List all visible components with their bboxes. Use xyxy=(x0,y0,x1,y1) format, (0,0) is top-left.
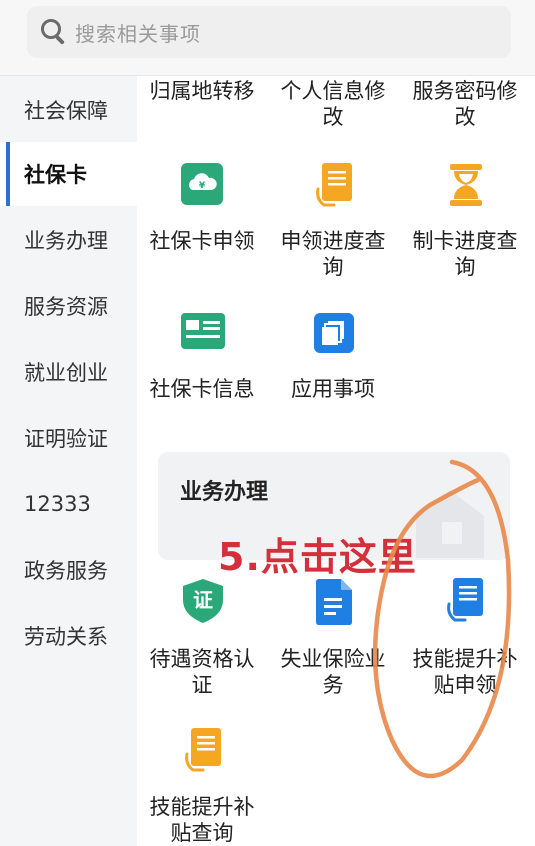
sidebar-item-social-card[interactable]: 社保卡 xyxy=(0,142,137,206)
tile-label: 技能提升补 xyxy=(412,647,518,671)
service-tile-personal-info[interactable]: 个人信息修 改 xyxy=(268,78,398,130)
tile-label-line2: 贴查询 xyxy=(170,821,234,845)
sidebar-item-business[interactable]: 业务办理 xyxy=(0,208,137,272)
sidebar-item-employment[interactable]: 就业创业 xyxy=(0,340,137,404)
document-hand-blue-icon xyxy=(447,578,483,622)
tile-label: 待遇资格认 xyxy=(149,647,255,671)
service-tile-service-password[interactable]: 服务密码修 改 xyxy=(400,78,530,130)
tile-label-line2: 改 xyxy=(454,105,476,129)
tile-label-line2: 务 xyxy=(322,673,344,697)
sidebar-item-label: 社会保障 xyxy=(24,99,108,123)
main-content: 归属地转移 个人信息修 改 服务密码修 改 ¥ 社保卡申领 申领进度查 询 制卡… xyxy=(137,76,535,846)
card-cloud-icon: ¥ xyxy=(181,163,223,205)
sidebar-item-label: 社保卡 xyxy=(24,163,87,187)
search-bar: 搜索相关事项 xyxy=(0,0,535,76)
hourglass-icon xyxy=(450,164,482,206)
tile-label: 失业保险业 xyxy=(280,647,386,671)
file-icon xyxy=(316,579,352,625)
search-input[interactable]: 搜索相关事项 xyxy=(27,6,511,58)
stacked-cards-icon xyxy=(314,313,354,353)
sidebar-item-certificate[interactable]: 证明验证 xyxy=(0,406,137,470)
annotation-text: 5.点击这里 xyxy=(218,535,417,579)
sidebar-item-label: 服务资源 xyxy=(24,295,108,319)
tile-label: 个人信息修 xyxy=(280,79,386,103)
sidebar-item-gov-service[interactable]: 政务服务 xyxy=(0,538,137,602)
sidebar-item-label: 劳动关系 xyxy=(24,625,108,649)
sidebar-item-social-security[interactable]: 社会保障 xyxy=(0,78,137,142)
section-title: 业务办理 xyxy=(180,480,269,505)
tile-label-line2: 贴申领 xyxy=(433,673,497,697)
shield-cert-glyph: 证 xyxy=(193,588,213,612)
tile-label-line2: 询 xyxy=(454,255,476,279)
tile-label: 技能提升补 xyxy=(149,795,255,819)
house-icon xyxy=(416,490,484,558)
service-tile-location-transfer[interactable]: 归属地转移 xyxy=(137,78,267,104)
tile-label: 社保卡信息 xyxy=(149,377,255,401)
document-hand-icon xyxy=(316,163,352,207)
svg-text:¥: ¥ xyxy=(199,181,206,191)
sidebar-item-label: 就业创业 xyxy=(24,361,108,385)
sidebar-item-labor-relations[interactable]: 劳动关系 xyxy=(0,604,137,668)
tile-label: 服务密码修 xyxy=(412,79,518,103)
id-card-icon xyxy=(181,313,225,349)
tile-label: 应用事项 xyxy=(291,377,375,401)
tile-label-line2: 询 xyxy=(322,255,344,279)
sidebar-item-label: 政务服务 xyxy=(24,559,108,583)
tile-label: 归属地转移 xyxy=(149,79,255,103)
document-hand-icon xyxy=(185,728,221,772)
tile-label-line2: 改 xyxy=(322,105,344,129)
tile-label: 社保卡申领 xyxy=(149,229,255,253)
sidebar-item-12333[interactable]: 12333 xyxy=(0,472,137,536)
tile-label-line2: 证 xyxy=(191,673,213,697)
sidebar: 社会保障 社保卡 业务办理 服务资源 就业创业 证明验证 12333 政务服务 … xyxy=(0,76,137,846)
sidebar-item-label: 业务办理 xyxy=(24,229,108,253)
search-icon xyxy=(41,19,67,45)
sidebar-item-label: 12333 xyxy=(24,492,91,516)
search-placeholder: 搜索相关事项 xyxy=(75,21,201,46)
tile-label: 制卡进度查 xyxy=(412,229,518,253)
sidebar-item-label: 证明验证 xyxy=(24,427,108,451)
sidebar-item-service-resources[interactable]: 服务资源 xyxy=(0,274,137,338)
tile-label: 申领进度查 xyxy=(280,229,386,253)
